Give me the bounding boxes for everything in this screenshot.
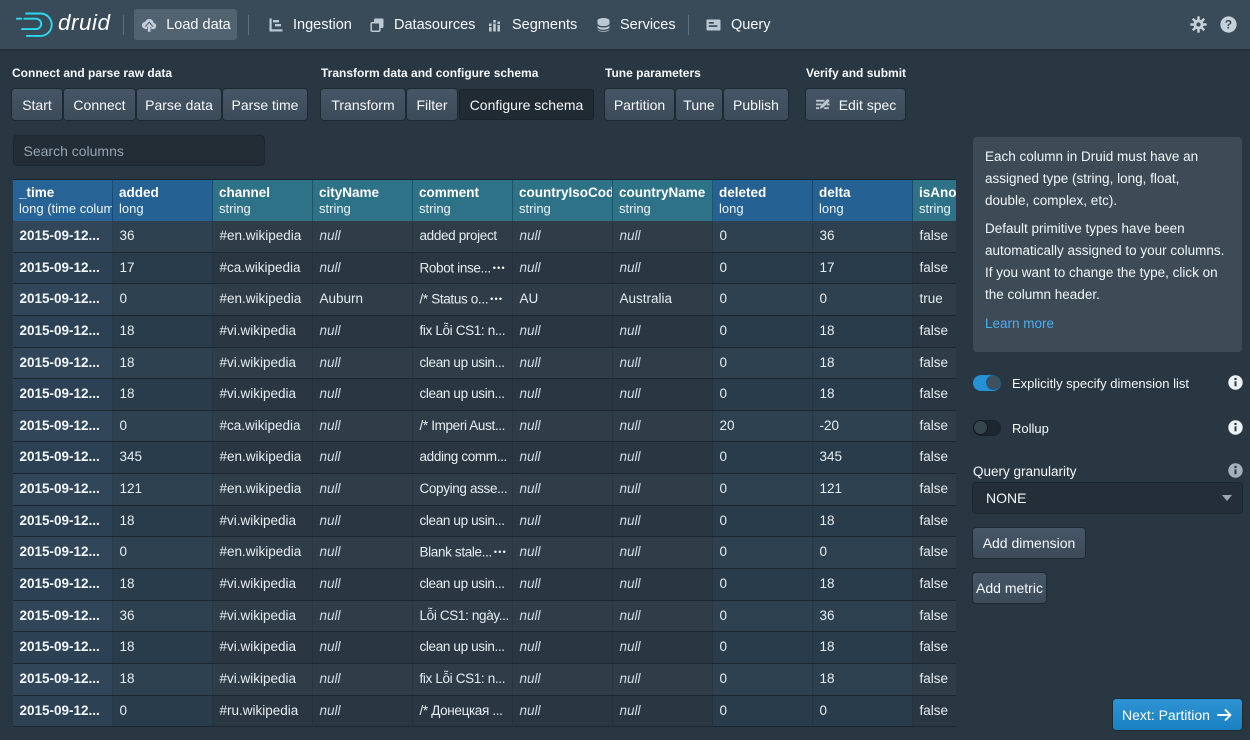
svg-text:?: ?	[1225, 17, 1232, 31]
